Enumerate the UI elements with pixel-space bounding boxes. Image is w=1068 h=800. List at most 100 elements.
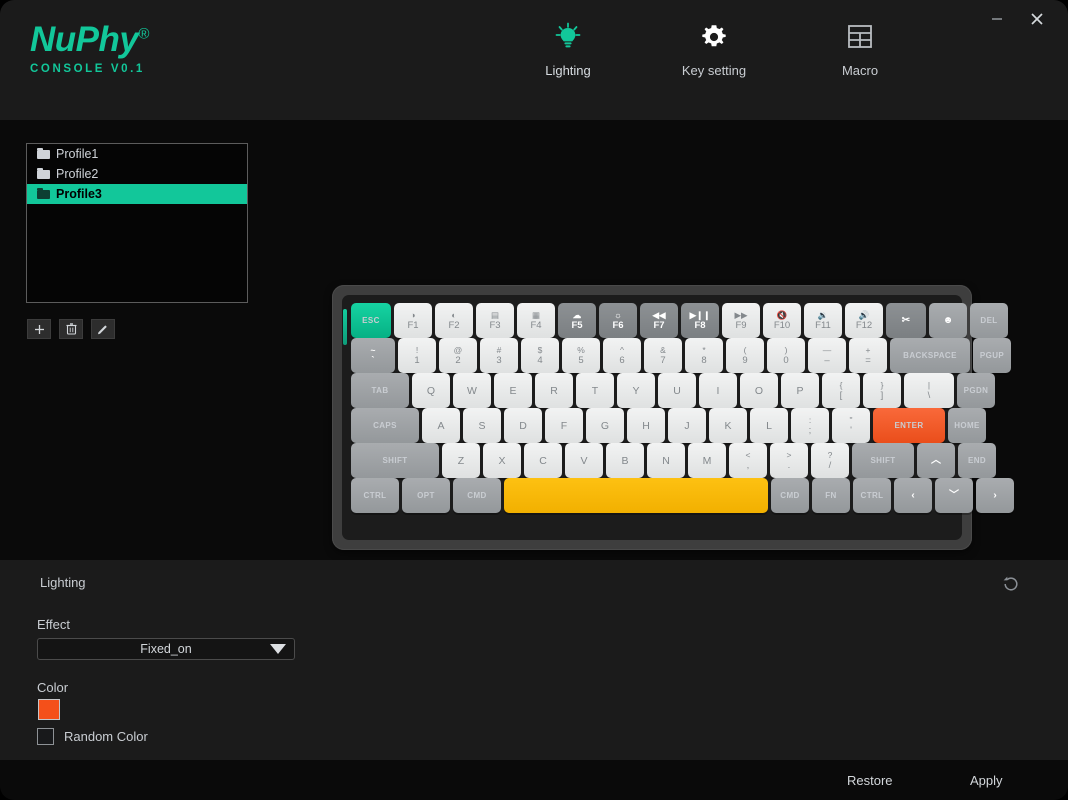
key-z[interactable]: Z: [442, 443, 480, 478]
key-j[interactable]: J: [668, 408, 706, 443]
key-opt[interactable]: OPT: [402, 478, 450, 513]
key-space[interactable]: " ': [832, 408, 870, 443]
key-o[interactable]: O: [740, 373, 778, 408]
key-space[interactable]: [504, 478, 768, 513]
key-n[interactable]: N: [647, 443, 685, 478]
key-f[interactable]: F: [545, 408, 583, 443]
key-w[interactable]: W: [453, 373, 491, 408]
key-2[interactable]: @2: [439, 338, 477, 373]
effect-select[interactable]: Fixed_on: [37, 638, 295, 660]
key-space[interactable]: ~ `: [351, 338, 395, 373]
key-space[interactable]: ‹: [894, 478, 932, 513]
key-space[interactable]: + =: [849, 338, 887, 373]
add-profile-button[interactable]: [27, 319, 51, 339]
key-6[interactable]: ^ 6: [603, 338, 641, 373]
key-del[interactable]: DEL: [970, 303, 1008, 338]
key-f7[interactable]: ◀◀ F7: [640, 303, 678, 338]
key-f4[interactable]: ▦ F4: [517, 303, 555, 338]
key-t[interactable]: T: [576, 373, 614, 408]
key-f10[interactable]: 🔇 F10: [763, 303, 801, 338]
key-q[interactable]: Q: [412, 373, 450, 408]
key-home[interactable]: HOME: [948, 408, 986, 443]
key-ctrl[interactable]: CTRL: [853, 478, 891, 513]
key-r[interactable]: R: [535, 373, 573, 408]
key-s[interactable]: S: [463, 408, 501, 443]
key-space[interactable]: }]: [863, 373, 901, 408]
key-y[interactable]: Y: [617, 373, 655, 408]
key-backspace[interactable]: BACKSPACE: [890, 338, 970, 373]
key-space[interactable]: <,: [729, 443, 767, 478]
key-space[interactable]: ›: [976, 478, 1014, 513]
key-fn[interactable]: FN: [812, 478, 850, 513]
key-cmd[interactable]: CMD: [453, 478, 501, 513]
key-caps[interactable]: CAPS: [351, 408, 419, 443]
minimize-button[interactable]: [980, 4, 1014, 34]
key-space[interactable]: ☻: [929, 303, 967, 338]
key-h[interactable]: H: [627, 408, 665, 443]
key-f12[interactable]: 🔊 F12: [845, 303, 883, 338]
key-f5[interactable]: ☁ F5: [558, 303, 596, 338]
key-x[interactable]: X: [483, 443, 521, 478]
key-e[interactable]: E: [494, 373, 532, 408]
key-f11[interactable]: 🔉 F11: [804, 303, 842, 338]
key-space[interactable]: >.: [770, 443, 808, 478]
key-space[interactable]: | \: [904, 373, 954, 408]
key-shift[interactable]: SHIFT: [351, 443, 439, 478]
profile-list-item[interactable]: Profile3: [27, 184, 247, 204]
key-9[interactable]: (9: [726, 338, 764, 373]
key-tab[interactable]: TAB: [351, 373, 409, 408]
key-space[interactable]: ? /: [811, 443, 849, 478]
key-shift[interactable]: SHIFT: [852, 443, 914, 478]
nav-item-key-setting[interactable]: Key setting: [666, 20, 762, 78]
key-d[interactable]: D: [504, 408, 542, 443]
profile-list-item[interactable]: Profile2: [27, 164, 247, 184]
nav-item-macro[interactable]: Macro: [812, 20, 908, 78]
key-cmd[interactable]: CMD: [771, 478, 809, 513]
key-space[interactable]: :;: [791, 408, 829, 443]
key-space[interactable]: — –: [808, 338, 846, 373]
random-color-row[interactable]: Random Color: [37, 728, 148, 745]
key-a[interactable]: A: [422, 408, 460, 443]
key-pgdn[interactable]: PGDN: [957, 373, 995, 408]
random-color-checkbox[interactable]: [37, 728, 54, 745]
key-f2[interactable]: ◐ F2: [435, 303, 473, 338]
key-f6[interactable]: ☼ F6: [599, 303, 637, 338]
key-end[interactable]: END: [958, 443, 996, 478]
key-enter[interactable]: ENTER: [873, 408, 945, 443]
key-i[interactable]: I: [699, 373, 737, 408]
delete-profile-button[interactable]: [59, 319, 83, 339]
key-b[interactable]: B: [606, 443, 644, 478]
key-0[interactable]: ) 0: [767, 338, 805, 373]
nav-item-lighting[interactable]: Lighting: [520, 20, 616, 78]
key-7[interactable]: & 7: [644, 338, 682, 373]
key-g[interactable]: G: [586, 408, 624, 443]
restore-button[interactable]: Restore: [847, 773, 893, 788]
close-button[interactable]: [1020, 4, 1054, 34]
key-f1[interactable]: ◑ F1: [394, 303, 432, 338]
key-u[interactable]: U: [658, 373, 696, 408]
key-c[interactable]: C: [524, 443, 562, 478]
key-pgup[interactable]: PGUP: [973, 338, 1011, 373]
key-v[interactable]: V: [565, 443, 603, 478]
key-4[interactable]: $4: [521, 338, 559, 373]
key-3[interactable]: #3: [480, 338, 518, 373]
key-1[interactable]: ! 1: [398, 338, 436, 373]
profile-list-item[interactable]: Profile1: [27, 144, 247, 164]
reset-arrow-icon[interactable]: [999, 572, 1023, 596]
key-space[interactable]: ✂: [886, 303, 926, 338]
key-f8[interactable]: ▶❙❙ F8: [681, 303, 719, 338]
key-space[interactable]: ﹀: [935, 478, 973, 513]
key-f3[interactable]: ▤ F3: [476, 303, 514, 338]
key-ctrl[interactable]: CTRL: [351, 478, 399, 513]
key-8[interactable]: * 8: [685, 338, 723, 373]
key-space[interactable]: {[: [822, 373, 860, 408]
key-esc[interactable]: ESC: [351, 303, 391, 338]
key-p[interactable]: P: [781, 373, 819, 408]
key-k[interactable]: K: [709, 408, 747, 443]
color-swatch[interactable]: [38, 699, 60, 720]
edit-profile-button[interactable]: [91, 319, 115, 339]
key-l[interactable]: L: [750, 408, 788, 443]
key-5[interactable]: % 5: [562, 338, 600, 373]
key-space[interactable]: ︿: [917, 443, 955, 478]
key-m[interactable]: M: [688, 443, 726, 478]
